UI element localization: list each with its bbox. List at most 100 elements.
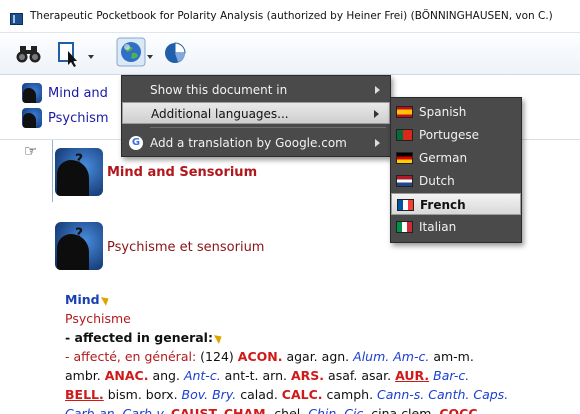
tree-item[interactable]: Mind and — [22, 82, 108, 104]
heading-fr: Psychisme et sensorium — [107, 240, 265, 255]
remedy-count: (124) — [200, 349, 234, 364]
remedy-abbrev[interactable]: bism. — [108, 387, 142, 402]
remedy-abbrev[interactable]: Alum. — [353, 349, 389, 364]
languages-submenu: Spanish Portugese German Dutch French It… — [390, 97, 522, 243]
remedy-abbrev[interactable]: borx. — [146, 387, 178, 402]
chevron-down-icon[interactable] — [147, 55, 153, 59]
remedy-abbrev[interactable]: Bar-c. — [433, 368, 469, 383]
remedy-abbrev[interactable]: asaf. — [328, 368, 357, 383]
remedy-abbrev[interactable]: ant-t. — [225, 368, 259, 383]
remedy-abbrev[interactable]: calad. — [240, 387, 278, 402]
remedy-abbrev[interactable]: Carb-v. — [123, 406, 167, 414]
language-item-dutch[interactable]: Dutch — [391, 170, 521, 192]
language-label: Spanish — [419, 105, 467, 119]
chevron-down-icon[interactable] — [88, 55, 94, 59]
head-icon — [22, 83, 42, 103]
remedy-line: ACON. agar. agn. Alum. Am-c. am-m. — [238, 349, 474, 364]
remedy-abbrev[interactable]: ambr. — [65, 368, 101, 383]
language-label: Portugese — [419, 128, 480, 142]
remedy-abbrev[interactable]: chel. — [274, 406, 304, 414]
pie-chart-icon[interactable] — [160, 37, 190, 69]
menu-item-label: Show this document in — [150, 83, 288, 97]
note-icon[interactable] — [216, 333, 226, 343]
menu-item-show-document[interactable]: Show this document in — [122, 79, 390, 101]
remedy-abbrev[interactable]: COCC. — [439, 406, 482, 414]
remedy-line: BELL. bism. borx. Bov. Bry. calad. CALC.… — [65, 385, 575, 404]
remedy-abbrev[interactable]: ang. — [152, 368, 180, 383]
remedy-abbrev[interactable]: Chin. — [308, 406, 340, 414]
remedy-abbrev[interactable]: ARS. — [291, 368, 324, 383]
remedy-abbrev[interactable]: Cann-s. — [377, 387, 424, 402]
menu-item-google-translate[interactable]: G Add a translation by Google.com — [122, 132, 390, 154]
remedy-abbrev[interactable]: Am-c. — [393, 349, 429, 364]
remedy-abbrev[interactable]: ANAC. — [105, 368, 149, 383]
remedy-abbrev[interactable]: cina — [371, 406, 397, 414]
chevron-right-icon — [375, 86, 380, 94]
globe-button[interactable] — [116, 37, 153, 69]
france-flag-icon — [397, 199, 414, 211]
rubric-content: Mind Psychisme - affected in general: - … — [65, 290, 575, 414]
heading-en: Mind and Sensorium — [107, 165, 258, 180]
menu-item-label: Add a translation by Google.com — [150, 136, 347, 150]
language-item-french[interactable]: French — [391, 193, 521, 215]
menu-item-additional-languages[interactable]: Additional languages... — [122, 102, 390, 124]
document-select-button[interactable] — [52, 37, 100, 69]
remedy-abbrev[interactable]: Ant-c. — [184, 368, 221, 383]
divider — [52, 140, 53, 202]
remedy-abbrev[interactable]: clem. — [401, 406, 435, 414]
remedy-abbrev[interactable]: Canth. — [428, 387, 469, 402]
subrubric-en[interactable]: - affected in general: — [65, 330, 213, 345]
head-icon: ? — [55, 222, 103, 270]
binoculars-icon[interactable] — [14, 37, 44, 69]
remedy-abbrev[interactable]: Cic. — [344, 406, 367, 414]
pointing-hand-icon: ☞ — [24, 142, 38, 160]
google-icon: G — [129, 136, 143, 150]
head-icon: ? — [55, 148, 103, 196]
italy-flag-icon — [396, 221, 413, 233]
remedy-abbrev[interactable]: CHAM. — [224, 406, 271, 414]
language-item-spanish[interactable]: Spanish — [391, 101, 521, 123]
remedy-abbrev[interactable]: BELL. — [65, 387, 104, 402]
remedy-abbrev[interactable]: arn. — [263, 368, 287, 383]
language-label: French — [420, 198, 466, 212]
remedy-abbrev[interactable]: am-m. — [433, 349, 474, 364]
head-icon — [22, 108, 42, 128]
remedy-abbrev[interactable]: CALC. — [282, 387, 323, 402]
spain-flag-icon — [396, 106, 413, 118]
tree-item[interactable]: Psychism — [22, 107, 109, 129]
remedy-abbrev[interactable]: agar. — [286, 349, 317, 364]
language-item-portugese[interactable]: Portugese — [391, 124, 521, 146]
remedy-abbrev[interactable]: CAUST. — [171, 406, 220, 414]
document-select-icon — [58, 42, 77, 67]
language-label: German — [419, 151, 468, 165]
remedy-abbrev[interactable]: AUR. — [395, 368, 429, 383]
menu-separator — [150, 127, 386, 128]
tree-item-label: Mind and — [48, 85, 108, 101]
title-bar: Therapeutic Pocketbook for Polarity Anal… — [0, 0, 580, 33]
remedy-abbrev[interactable]: Carb-an. — [65, 406, 119, 414]
chevron-right-icon — [375, 139, 380, 147]
remedy-abbrev[interactable]: Bry. — [212, 387, 236, 402]
subrubric-fr: - affecté, en général: — [65, 349, 197, 364]
language-label: Italian — [419, 220, 457, 234]
remedy-abbrev[interactable]: agn. — [322, 349, 350, 364]
remedy-line: ambr. ANAC. ang. Ant-c. ant-t. arn. ARS.… — [65, 366, 575, 385]
context-menu: Show this document in Additional languag… — [121, 75, 391, 157]
tree-item-label: Psychism — [48, 110, 109, 126]
remedy-abbrev[interactable]: ACON. — [238, 349, 283, 364]
rubric-psychisme: Psychisme — [65, 311, 131, 326]
language-label: Dutch — [419, 174, 455, 188]
language-item-italian[interactable]: Italian — [391, 216, 521, 238]
portugal-flag-icon — [396, 129, 413, 141]
window-title: Therapeutic Pocketbook for Polarity Anal… — [30, 10, 553, 22]
remedy-abbrev[interactable]: camph. — [327, 387, 374, 402]
remedy-abbrev[interactable]: Caps. — [473, 387, 508, 402]
note-icon[interactable] — [103, 295, 113, 305]
chevron-right-icon — [374, 110, 379, 118]
germany-flag-icon — [396, 152, 413, 164]
book-icon — [10, 13, 23, 25]
language-item-german[interactable]: German — [391, 147, 521, 169]
rubric-mind[interactable]: Mind — [65, 292, 100, 307]
remedy-abbrev[interactable]: Bov. — [182, 387, 209, 402]
remedy-abbrev[interactable]: asar. — [361, 368, 391, 383]
